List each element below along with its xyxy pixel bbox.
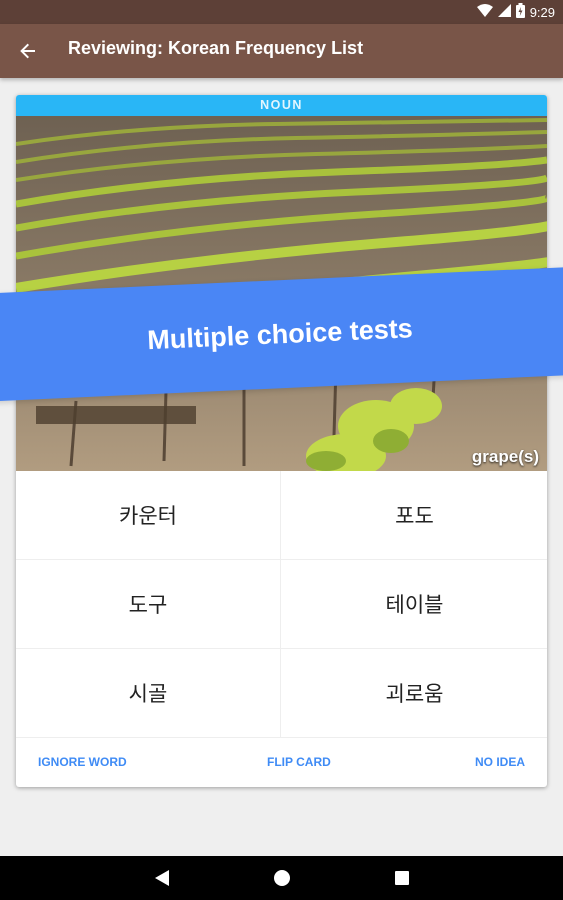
app-toolbar: Reviewing: Korean Frequency List <box>0 24 563 78</box>
answer-option[interactable]: 도구 <box>16 560 281 648</box>
image-caption: grape(s) <box>471 447 539 466</box>
banner-text: Multiple choice tests <box>146 312 414 355</box>
home-circle-icon[interactable] <box>270 866 294 890</box>
page-title: Reviewing: Korean Frequency List <box>68 38 364 58</box>
back-triangle-icon[interactable] <box>150 866 174 890</box>
status-time: 9:29 <box>529 4 555 20</box>
signal-icon <box>497 4 511 20</box>
ignore-word-button[interactable]: IGNORE WORD <box>38 738 127 787</box>
answer-option[interactable]: 포도 <box>282 471 547 559</box>
answer-option[interactable]: 괴로움 <box>282 649 547 737</box>
flip-card-button[interactable]: FLIP CARD <box>267 738 331 787</box>
system-nav-bar <box>0 856 563 900</box>
status-icons: 9:29 <box>476 3 555 21</box>
status-bar: 9:29 <box>0 0 563 24</box>
recents-square-icon[interactable] <box>390 866 414 890</box>
answer-option[interactable]: 시골 <box>16 649 281 737</box>
arrow-back-icon[interactable] <box>10 33 46 69</box>
card-actions: IGNORE WORD FLIP CARD NO IDEA <box>16 738 547 787</box>
battery-icon <box>515 3 525 21</box>
flashcard: NOUN grape(s) 카운터 포도 도구 테이블 시골 괴로움 IGNOR… <box>16 95 547 787</box>
wifi-icon <box>476 4 493 20</box>
answer-option[interactable]: 카운터 <box>16 471 281 559</box>
part-of-speech-label: NOUN <box>16 95 547 116</box>
answer-options: 카운터 포도 도구 테이블 시골 괴로움 <box>16 471 547 737</box>
no-idea-button[interactable]: NO IDEA <box>475 738 525 787</box>
answer-option[interactable]: 테이블 <box>282 560 547 648</box>
